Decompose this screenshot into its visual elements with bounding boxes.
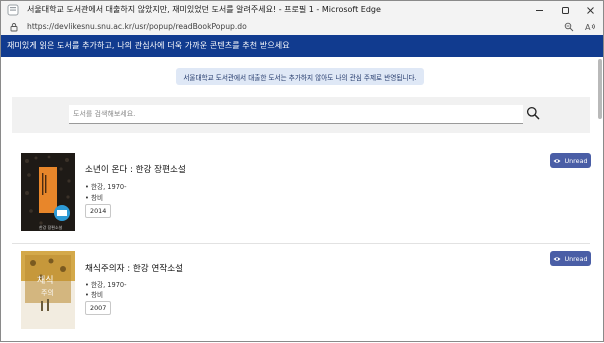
book-author: • 한강, 1970- <box>85 281 127 289</box>
notice-text: 서울대학교 도서관에서 대출한 도서는 추가하지 않아도 나의 관심 주제로 반… <box>183 74 417 82</box>
maximize-button[interactable] <box>552 1 578 19</box>
book-publisher: • 창비 <box>85 194 104 202</box>
search-input[interactable] <box>69 105 523 124</box>
book-publisher: • 창비 <box>85 291 104 299</box>
header-banner: 재미있게 읽은 도서를 추가하고, 나의 관심사에 더욱 가까운 콘텐츠를 추천… <box>1 35 603 57</box>
banner-text: 재미있게 읽은 도서를 추가하고, 나의 관심사에 더욱 가까운 콘텐츠를 추천… <box>7 41 290 50</box>
book-title[interactable]: 채식주의자 : 한강 연작소설 <box>85 262 183 274</box>
book-cover-image[interactable]: 채식 주의 <box>21 251 75 329</box>
title-bar: 서울대학교 도서관에서 대출하지 않았지만, 재미있었던 도서를 알려주세요! … <box>1 1 603 19</box>
close-icon <box>586 6 594 14</box>
address-bar: https://devlikesnu.snu.ac.kr/usr/popup/r… <box>1 19 603 36</box>
svg-text:한강 장편소설: 한강 장편소설 <box>39 224 63 230</box>
lock-icon[interactable] <box>9 22 19 32</box>
edge-page-icon <box>7 4 19 16</box>
maximize-icon <box>561 6 569 14</box>
unread-label: Unread <box>564 156 588 165</box>
minimize-button[interactable] <box>526 1 552 19</box>
eye-icon <box>553 256 561 261</box>
svg-text:채식: 채식 <box>37 275 54 286</box>
eye-icon <box>553 158 561 163</box>
unread-label: Unread <box>564 254 588 263</box>
book-item: 한강 장편소설 소년이 온다 : 한강 장편소설 • 한강, 1970- • 창… <box>12 151 591 243</box>
book-year-badge: 2014 <box>85 204 112 218</box>
book-author: • 한강, 1970- <box>85 183 127 191</box>
scrollbar-thumb[interactable] <box>598 59 602 119</box>
read-aloud-button[interactable]: A <box>584 21 596 33</box>
zoom-icon <box>564 22 574 32</box>
url-text[interactable]: https://devlikesnu.snu.ac.kr/usr/popup/r… <box>27 22 247 31</box>
svg-text:주의: 주의 <box>41 288 54 297</box>
search-section <box>12 97 590 133</box>
divider <box>12 243 590 244</box>
browser-window: 서울대학교 도서관에서 대출하지 않았지만, 재미있었던 도서를 알려주세요! … <box>0 0 604 342</box>
window-title: 서울대학교 도서관에서 대출하지 않았지만, 재미있었던 도서를 알려주세요! … <box>27 5 381 14</box>
info-notice: 서울대학교 도서관에서 대출한 도서는 추가하지 않아도 나의 관심 주제로 반… <box>176 68 424 85</box>
read-aloud-icon: A <box>585 23 595 32</box>
svg-text:A: A <box>585 23 591 32</box>
book-title[interactable]: 소년이 온다 : 한강 장편소설 <box>85 163 186 175</box>
book-cover-image[interactable]: 한강 장편소설 <box>21 153 75 231</box>
minimize-icon <box>535 9 543 11</box>
book-item: 채식 주의 채식주의자 : 한강 연작소설 • 한강, 1970- • 창비 2… <box>12 249 591 343</box>
unread-toggle-button[interactable]: Unread <box>550 251 591 266</box>
close-button[interactable] <box>577 1 603 19</box>
zoom-button[interactable] <box>563 21 575 33</box>
unread-toggle-button[interactable]: Unread <box>550 153 591 168</box>
book-year-badge: 2007 <box>85 301 112 315</box>
search-icon[interactable] <box>526 106 540 120</box>
